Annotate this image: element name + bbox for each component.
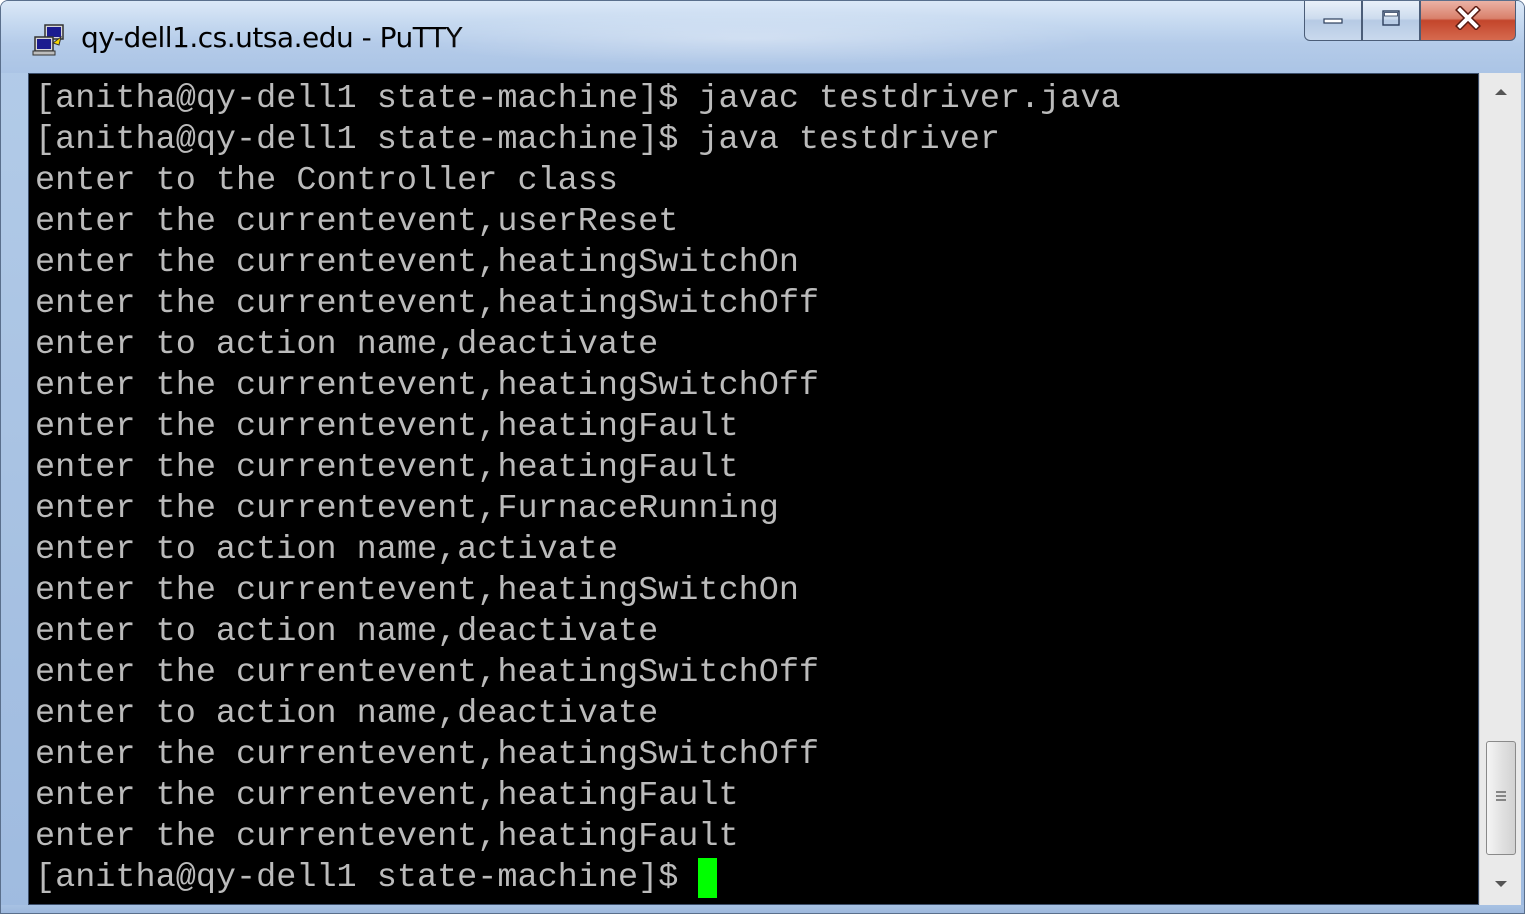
terminal-cursor [698, 858, 718, 898]
vertical-scrollbar[interactable] [1479, 73, 1521, 905]
terminal-line: enter the currentevent,heatingSwitchOff [35, 285, 820, 323]
terminal-line: enter the currentevent,heatingFault [35, 818, 739, 856]
maximize-button[interactable] [1362, 1, 1420, 41]
terminal-line: enter the currentevent,userReset [35, 203, 679, 241]
terminal-line: enter the currentevent,heatingSwitchOn [35, 244, 799, 282]
terminal-line: enter the currentevent,heatingFault [35, 449, 739, 487]
arrow-down-icon [1494, 876, 1508, 894]
terminal-area[interactable]: [anitha@qy-dell1 state-machine]$ javac t… [28, 73, 1479, 905]
terminal-line: enter the currentevent,heatingSwitchOff [35, 367, 820, 405]
terminal-line: enter the currentevent,heatingSwitchOff [35, 654, 820, 692]
putty-window: qy-dell1.cs.utsa.edu - PuTTY [anitha@qy-… [0, 0, 1525, 914]
putty-icon[interactable] [31, 23, 67, 57]
terminal-line: enter the currentevent,heatingSwitchOff [35, 736, 820, 774]
window-bottom-border [1, 905, 1524, 913]
prompt-text: [anitha@qy-dell1 state-machine]$ [35, 859, 679, 897]
maximize-icon [1380, 8, 1402, 33]
terminal-line: enter the currentevent,FurnaceRunning [35, 490, 779, 528]
terminal-line: enter to action name,deactivate [35, 695, 659, 733]
scroll-up-button[interactable] [1480, 73, 1521, 113]
scrollbar-thumb[interactable] [1486, 741, 1516, 855]
terminal-line: enter to action name,deactivate [35, 613, 659, 651]
terminal-line: [anitha@qy-dell1 state-machine]$ javac t… [35, 80, 1121, 118]
prompt-line: [anitha@qy-dell1 state-machine]$ [35, 858, 718, 899]
terminal-line: [anitha@qy-dell1 state-machine]$ java te… [35, 121, 1000, 159]
terminal-line: enter to action name,deactivate [35, 326, 659, 364]
terminal-line: enter the currentevent,heatingFault [35, 408, 739, 446]
grip-icon [1494, 789, 1508, 807]
window-title: qy-dell1.cs.utsa.edu - PuTTY [81, 21, 463, 54]
terminal-line: enter to the Controller class [35, 162, 618, 200]
terminal-line: enter the currentevent,heatingSwitchOn [35, 572, 799, 610]
close-button[interactable] [1420, 1, 1516, 41]
arrow-up-icon [1494, 84, 1508, 102]
window-controls [1304, 1, 1516, 41]
minimize-icon [1322, 12, 1344, 30]
minimize-button[interactable] [1304, 1, 1362, 41]
scroll-down-button[interactable] [1480, 865, 1521, 905]
terminal-line: enter the currentevent,heatingFault [35, 777, 739, 815]
title-bar[interactable]: qy-dell1.cs.utsa.edu - PuTTY [1, 1, 1524, 73]
close-icon [1454, 5, 1482, 35]
terminal-line: enter to action name,activate [35, 531, 618, 569]
